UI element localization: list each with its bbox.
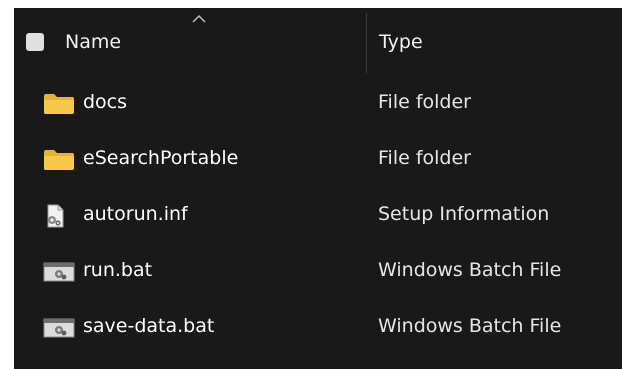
folder-icon	[44, 94, 74, 114]
file-row-save-data-bat[interactable]: save-data.bat Windows Batch File	[14, 306, 622, 350]
column-header-name[interactable]: Name	[65, 31, 121, 53]
file-name[interactable]: eSearchPortable	[83, 147, 238, 169]
file-type: Setup Information	[378, 203, 550, 225]
folder-icon	[44, 150, 74, 170]
file-name[interactable]: autorun.inf	[83, 203, 188, 225]
select-all-checkbox[interactable]	[26, 33, 44, 51]
batch-file-icon	[43, 318, 75, 338]
file-type: Windows Batch File	[378, 259, 562, 281]
file-row-esearchportable[interactable]: eSearchPortable File folder	[14, 138, 622, 182]
file-type: Windows Batch File	[378, 315, 562, 337]
file-name[interactable]: docs	[83, 91, 127, 113]
setup-info-file-icon	[47, 204, 64, 228]
file-row-docs[interactable]: docs File folder	[14, 82, 622, 126]
chevron-up-icon[interactable]	[190, 12, 208, 24]
file-type: File folder	[378, 91, 471, 113]
file-name[interactable]: run.bat	[83, 259, 152, 281]
file-row-run-bat[interactable]: run.bat Windows Batch File	[14, 250, 622, 294]
file-name[interactable]: save-data.bat	[83, 315, 214, 337]
file-type: File folder	[378, 147, 471, 169]
file-row-autorun-inf[interactable]: autorun.inf Setup Information	[14, 194, 622, 238]
column-header-row: Name Type	[14, 8, 622, 76]
column-divider[interactable]	[366, 13, 367, 73]
file-list-view: Name Type docs File folder eSearchPortab…	[14, 8, 622, 369]
batch-file-icon	[43, 262, 75, 282]
column-header-type[interactable]: Type	[379, 31, 423, 53]
